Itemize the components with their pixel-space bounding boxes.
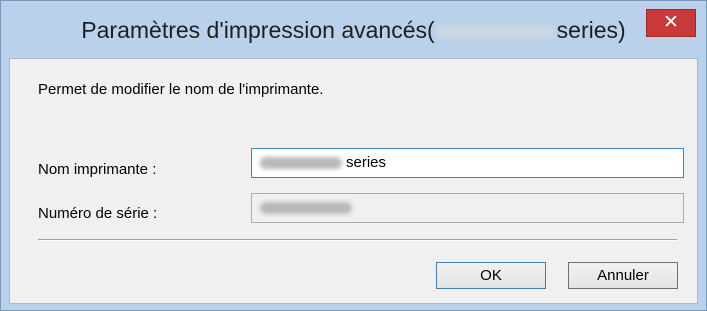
printer-name-input[interactable]: series (251, 148, 684, 178)
dialog-window: Paramètres d'impression avancés(series) … (0, 0, 707, 311)
printer-name-value: series (346, 154, 387, 171)
close-button[interactable]: ✕ (646, 9, 696, 37)
serial-number-label: Numéro de série : (38, 205, 158, 222)
description-text: Permet de modifier le nom de l'imprimant… (38, 81, 324, 98)
close-icon: ✕ (663, 12, 679, 33)
window-title-prefix: Paramètres d'impression avancés( (81, 17, 435, 43)
redacted-model-name (260, 157, 342, 170)
dialog-body: Permet de modifier le nom de l'imprimant… (9, 58, 698, 304)
window-title: Paramètres d'impression avancés( series) (1, 1, 706, 59)
separator (38, 239, 677, 241)
printer-name-label: Nom imprimante : (38, 161, 157, 178)
cancel-button[interactable]: Annuler (568, 262, 678, 289)
ok-button[interactable]: OK (436, 262, 546, 289)
window-title-suffix: series) (556, 17, 626, 43)
serial-number-field (251, 193, 684, 223)
redacted-serial-number (260, 202, 352, 215)
redacted-model-name (436, 23, 555, 40)
title-bar[interactable]: Paramètres d'impression avancés(series) … (1, 1, 706, 59)
